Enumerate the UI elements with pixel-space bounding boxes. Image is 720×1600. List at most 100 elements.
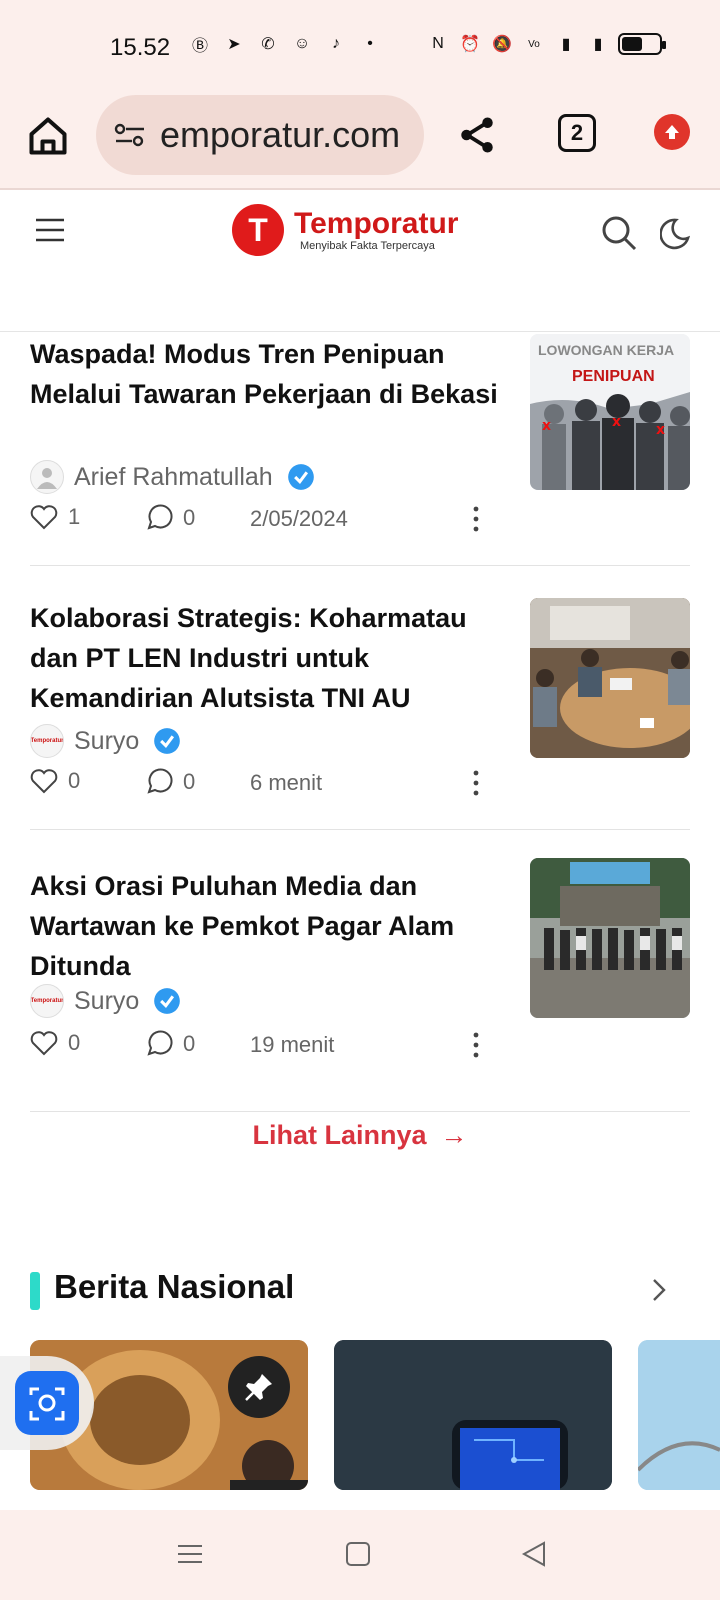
svg-text:x: x bbox=[656, 422, 665, 438]
svg-text:x: x bbox=[542, 418, 551, 434]
back-nav-icon[interactable] bbox=[520, 1540, 548, 1568]
comment-icon bbox=[147, 768, 173, 794]
author-row[interactable]: Arief Rahmatullah bbox=[30, 460, 315, 494]
battery-icon bbox=[618, 33, 666, 55]
browser-toolbar: emporatur.com 2 bbox=[0, 92, 720, 190]
article-title[interactable]: Waspada! Modus Tren Penipuan Melalui Taw… bbox=[30, 334, 500, 414]
like-button[interactable]: 0 bbox=[30, 768, 80, 794]
author-name[interactable]: Arief Rahmatullah bbox=[74, 463, 273, 492]
home-nav-icon[interactable] bbox=[344, 1540, 372, 1568]
section-header: Berita Nasional bbox=[30, 1268, 690, 1312]
verified-badge-icon bbox=[154, 988, 181, 1014]
lens-icon bbox=[15, 1371, 79, 1435]
comment-button[interactable]: 0 bbox=[145, 1030, 195, 1058]
pin-button[interactable] bbox=[228, 1356, 290, 1418]
author-name[interactable]: Suryo bbox=[74, 727, 139, 756]
article-item[interactable]: Aksi Orasi Puluhan Media dan Wartawan ke… bbox=[30, 858, 690, 1112]
comment-count: 0 bbox=[183, 505, 196, 530]
comment-button[interactable]: 0 bbox=[145, 768, 195, 796]
volte-icon: Vo bbox=[528, 38, 540, 50]
news-card[interactable] bbox=[334, 1340, 612, 1490]
thumbnail-caption-sub: PENIPUAN bbox=[572, 368, 655, 385]
system-nav-bar bbox=[0, 1510, 720, 1600]
like-button[interactable]: 0 bbox=[30, 1030, 80, 1056]
nfc-icon: N bbox=[432, 35, 444, 52]
arrow-right-icon: → bbox=[440, 1120, 468, 1150]
article-thumbnail[interactable]: x x x LOWONGAN KERJA PENIPUAN bbox=[530, 334, 690, 490]
mute-icon: 🔕 bbox=[492, 36, 512, 53]
author-row[interactable]: Temporatur Suryo bbox=[30, 724, 181, 758]
heart-icon bbox=[30, 505, 58, 530]
article-title[interactable]: Kolaborasi Strategis: Koharmatau dan PT … bbox=[30, 598, 500, 718]
tab-count: 2 bbox=[570, 120, 584, 145]
news-card[interactable] bbox=[638, 1340, 720, 1490]
share-icon[interactable] bbox=[456, 114, 498, 156]
like-count: 0 bbox=[68, 1030, 81, 1055]
system-icons: N ⏰ 🔕 Vo ▮ ▮ bbox=[426, 32, 666, 56]
see-more-link[interactable]: Lihat Lainnya → bbox=[0, 1120, 720, 1151]
notification-icons: Ⓑ ➤ ✆ ☺ ♪ • bbox=[188, 32, 382, 56]
home-icon[interactable] bbox=[26, 114, 70, 158]
b-app-icon: Ⓑ bbox=[191, 38, 208, 55]
pin-icon bbox=[245, 1374, 272, 1401]
comment-count: 0 bbox=[183, 769, 196, 794]
site-tagline: Menyibak Fakta Terpercaya bbox=[300, 240, 435, 252]
hamburger-menu-icon[interactable] bbox=[34, 214, 66, 246]
article-thumbnail[interactable] bbox=[530, 858, 690, 1018]
svg-text:x: x bbox=[612, 414, 621, 430]
url-text[interactable]: emporatur.com bbox=[160, 114, 400, 156]
section-title: Berita Nasional bbox=[54, 1268, 295, 1305]
thumbnail-caption: LOWONGAN KERJA bbox=[538, 342, 675, 358]
status-bar: 15.52 Ⓑ ➤ ✆ ☺ ♪ • N ⏰ 🔕 Vo ▮ ▮ bbox=[0, 0, 720, 92]
comment-button[interactable]: 0 bbox=[145, 504, 195, 532]
heart-icon bbox=[30, 1031, 58, 1056]
more-options-icon[interactable] bbox=[470, 1030, 482, 1060]
messenger-icon: ☺ bbox=[293, 35, 311, 52]
article-title[interactable]: Aksi Orasi Puluhan Media dan Wartawan ke… bbox=[30, 866, 500, 986]
author-row[interactable]: Temporatur Suryo bbox=[30, 984, 181, 1018]
comment-icon bbox=[147, 1030, 173, 1056]
alarm-icon: ⏰ bbox=[460, 36, 480, 53]
site-name: Temporatur bbox=[294, 207, 459, 240]
article-meta: 0 0 19 menit bbox=[30, 1030, 500, 1060]
like-button[interactable]: 1 bbox=[30, 504, 80, 530]
logo-mark: T bbox=[232, 204, 284, 256]
recent-apps-icon[interactable] bbox=[176, 1540, 204, 1568]
verified-badge-icon bbox=[154, 728, 181, 754]
article-meta: 0 0 6 menit bbox=[30, 768, 500, 798]
site-logo[interactable]: T Temporatur Menyibak Fakta Terpercaya bbox=[232, 204, 458, 256]
whatsapp-icon: ✆ bbox=[261, 36, 275, 53]
site-header: T Temporatur Menyibak Fakta Terpercaya bbox=[0, 190, 720, 332]
dot-icon: • bbox=[367, 35, 373, 52]
dark-mode-icon[interactable] bbox=[660, 214, 698, 252]
update-icon[interactable] bbox=[654, 114, 690, 150]
chevron-right-icon[interactable] bbox=[646, 1276, 670, 1304]
avatar: Temporatur bbox=[30, 984, 64, 1018]
more-options-icon[interactable] bbox=[470, 504, 482, 534]
signal-icon: ▮ bbox=[593, 36, 603, 53]
avatar bbox=[30, 460, 64, 494]
screen-search-button[interactable] bbox=[0, 1356, 94, 1450]
article-meta: 1 0 2/05/2024 bbox=[30, 504, 500, 534]
article-item[interactable]: Waspada! Modus Tren Penipuan Melalui Taw… bbox=[30, 334, 690, 566]
section-accent-bar bbox=[30, 1272, 40, 1310]
address-bar[interactable]: emporatur.com bbox=[96, 95, 424, 175]
more-options-icon[interactable] bbox=[470, 768, 482, 798]
search-icon[interactable] bbox=[600, 214, 638, 252]
article-item[interactable]: Kolaborasi Strategis: Koharmatau dan PT … bbox=[30, 598, 690, 830]
like-count: 0 bbox=[68, 768, 81, 793]
site-settings-icon[interactable] bbox=[114, 121, 146, 149]
tab-switcher-button[interactable]: 2 bbox=[558, 114, 596, 152]
logo-text: Temporatur Menyibak Fakta Terpercaya bbox=[294, 207, 459, 253]
article-time: 19 menit bbox=[250, 1032, 335, 1057]
see-more-label: Lihat Lainnya bbox=[252, 1120, 427, 1150]
tiktok-icon: ♪ bbox=[332, 35, 340, 52]
avatar: Temporatur bbox=[30, 724, 64, 758]
article-time: 6 menit bbox=[250, 770, 323, 795]
verified-badge-icon bbox=[287, 464, 314, 490]
article-thumbnail[interactable] bbox=[530, 598, 690, 758]
comment-count: 0 bbox=[183, 1031, 196, 1056]
author-name[interactable]: Suryo bbox=[74, 987, 139, 1016]
heart-icon bbox=[30, 769, 58, 794]
like-count: 1 bbox=[68, 504, 81, 529]
